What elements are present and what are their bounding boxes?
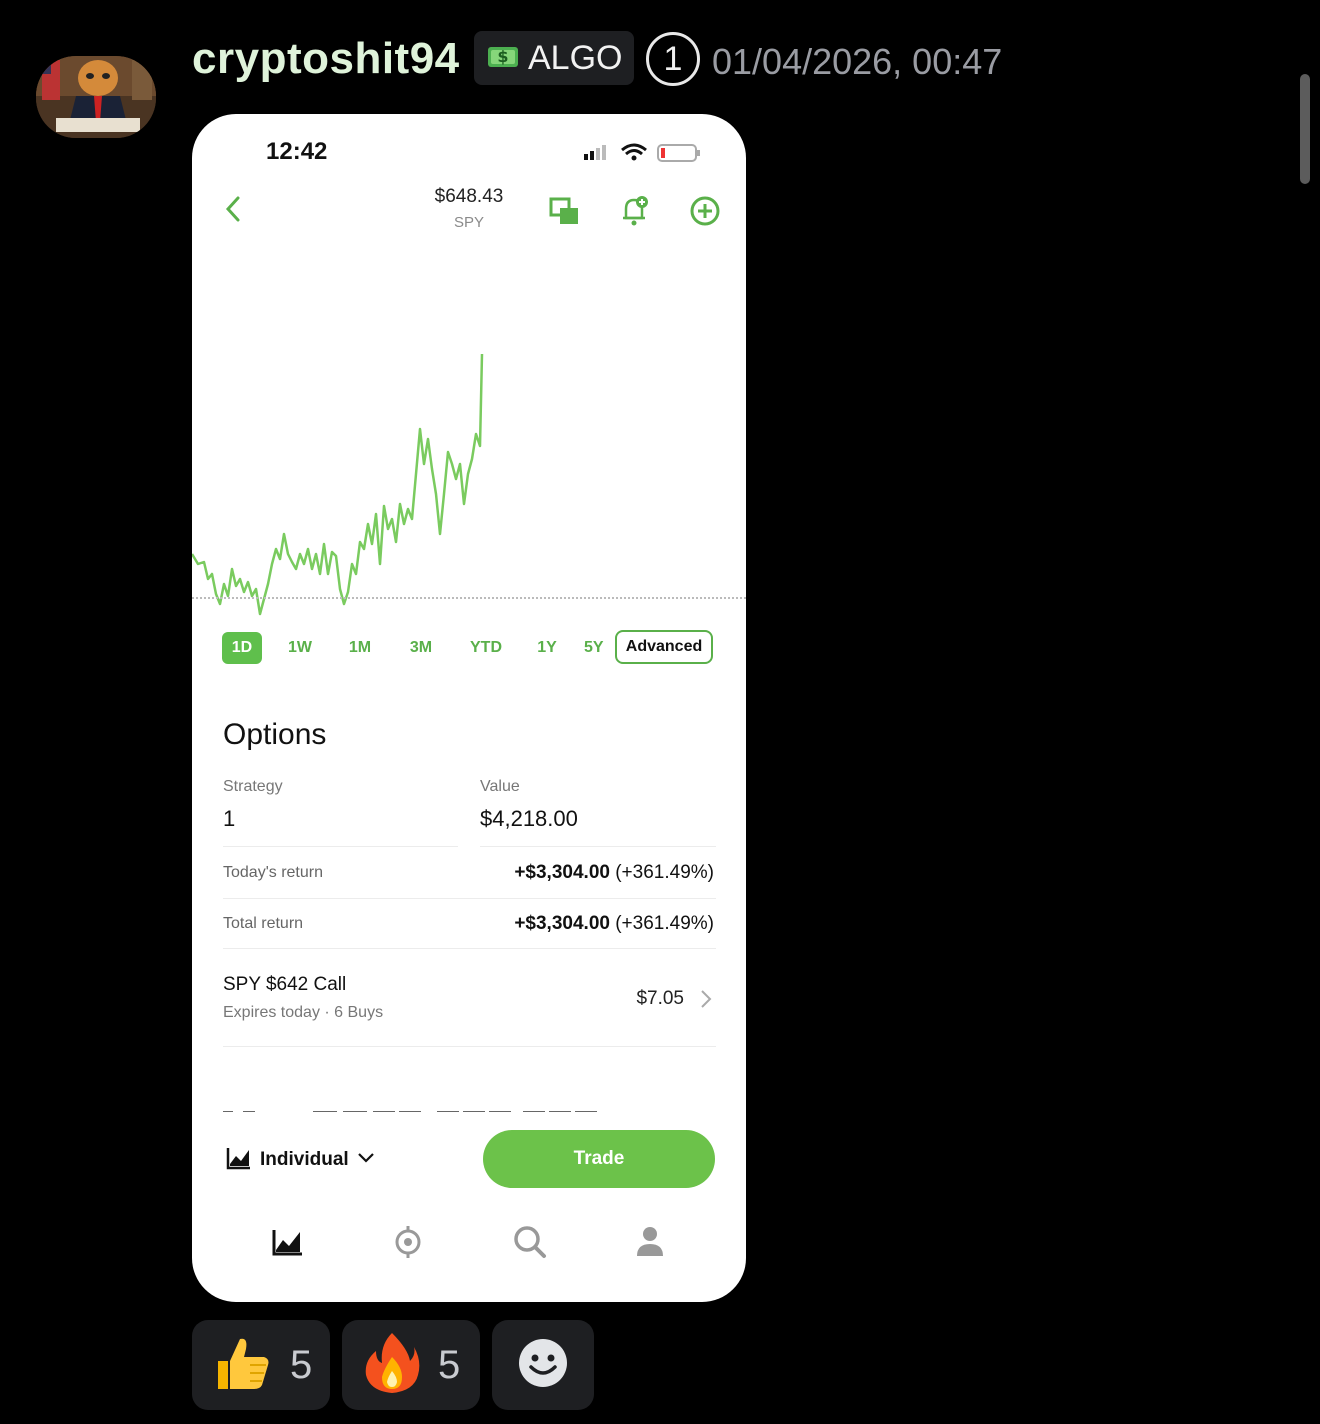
timestamp: 01/04/2026, 00:47 (712, 41, 1003, 82)
reaction-count: 5 (290, 1342, 313, 1387)
add-reaction-button[interactable] (492, 1320, 594, 1410)
chevron-down-icon (357, 1151, 375, 1169)
account-label: Individual (260, 1149, 349, 1170)
value-label: Value (480, 778, 520, 795)
total-return-pct: (+361.49%) (615, 913, 714, 934)
reaction-fire[interactable]: 5 (342, 1320, 480, 1410)
role-tag[interactable]: $ ALGO (474, 31, 634, 85)
avatar[interactable] (36, 56, 156, 138)
strategy-label: Strategy (223, 778, 283, 795)
range-selector: 1D 1W 1M 3M YTD 1Y 5Y Advanced (222, 630, 716, 666)
svg-text:$: $ (497, 47, 508, 66)
contract-subtitle: Expires today · 6 Buys (223, 1004, 384, 1021)
total-return-amount: +$3,304.00 (514, 913, 610, 934)
todays-return-pct: (+361.49%) (615, 862, 714, 883)
status-icons (582, 140, 702, 164)
tab-portfolio-icon[interactable] (268, 1222, 308, 1262)
fire-icon (362, 1331, 422, 1400)
add-circle-icon[interactable] (688, 194, 722, 228)
tab-crypto-icon[interactable] (388, 1222, 428, 1262)
cutoff-content (223, 1102, 603, 1112)
account-selector[interactable]: Individual (226, 1144, 375, 1176)
alert-bell-icon[interactable] (618, 194, 652, 228)
advanced-button[interactable]: Advanced (615, 630, 713, 664)
todays-return-value: +$3,304.00 (+361.49%) (514, 862, 714, 884)
current-price: $648.43 (434, 186, 504, 207)
tab-search-icon[interactable] (510, 1222, 550, 1262)
thumbs-up-icon (210, 1331, 274, 1400)
range-ytd[interactable]: YTD (462, 632, 510, 664)
scrollbar[interactable] (1300, 74, 1310, 184)
range-3m[interactable]: 3M (400, 632, 442, 664)
chart-baseline (192, 597, 746, 599)
contract-price: $7.05 (636, 988, 684, 1009)
range-1w[interactable]: 1W (280, 632, 320, 664)
divider (223, 1046, 716, 1047)
tag-label: ALGO (528, 38, 623, 77)
add-reaction-icon (517, 1337, 569, 1394)
trade-button[interactable]: Trade (483, 1130, 715, 1188)
price-line (192, 353, 484, 616)
money-icon: $ (486, 39, 520, 78)
portfolio-chart-icon (226, 1146, 252, 1175)
compare-icon[interactable] (548, 194, 582, 228)
price-chart[interactable] (192, 224, 746, 624)
badge-number: 1 (646, 32, 700, 86)
value-amount: $4,218.00 (480, 806, 578, 831)
divider (223, 846, 458, 847)
contract-title[interactable]: SPY $642 Call (223, 974, 346, 996)
reaction-thumbs-up[interactable]: 5 (192, 1320, 330, 1410)
divider (223, 948, 716, 949)
back-chevron-icon[interactable] (220, 194, 250, 224)
tab-account-icon[interactable] (630, 1222, 670, 1262)
range-1y[interactable]: 1Y (528, 632, 566, 664)
chevron-right-icon[interactable] (696, 988, 716, 1010)
divider (480, 846, 716, 847)
divider (223, 898, 716, 899)
total-return-value: +$3,304.00 (+361.49%) (514, 913, 714, 935)
todays-return-label: Today's return (223, 864, 323, 881)
attached-screenshot[interactable]: 12:42 $648.43 SPY 1D 1W 1M 3M YTD 1Y 5Y … (192, 114, 746, 1302)
username[interactable]: cryptoshit94 (192, 30, 460, 88)
range-1m[interactable]: 1M (340, 632, 380, 664)
status-time: 12:42 (266, 138, 328, 165)
reaction-count: 5 (438, 1342, 461, 1387)
total-return-label: Total return (223, 915, 304, 932)
todays-return-amount: +$3,304.00 (514, 862, 610, 883)
strategy-value: 1 (223, 806, 236, 831)
range-1d[interactable]: 1D (222, 632, 262, 664)
section-title: Options (223, 718, 327, 751)
